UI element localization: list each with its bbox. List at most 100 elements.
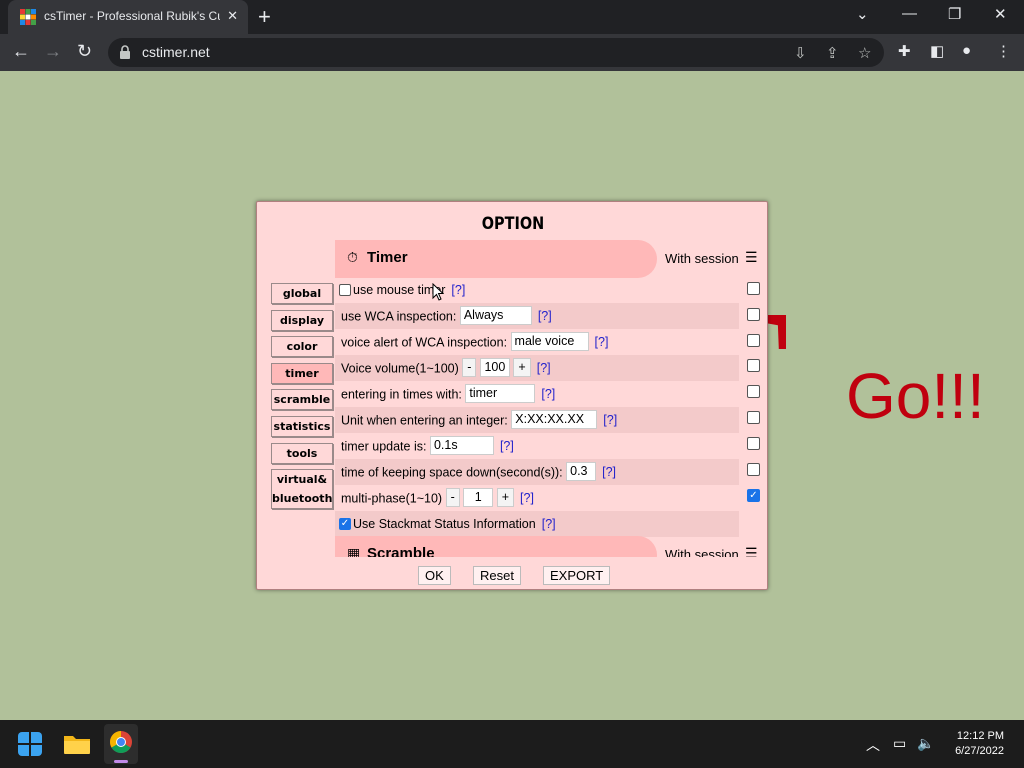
help-link[interactable]: [?] xyxy=(538,309,552,323)
session-checkbox[interactable] xyxy=(747,463,760,476)
category-global[interactable]: global xyxy=(271,283,333,304)
reset-button[interactable]: Reset xyxy=(473,566,521,585)
stopwatch-icon: ⏱ xyxy=(347,249,358,265)
cstimer-page[interactable]: Go!!! OPTION global display color timer … xyxy=(0,71,1024,720)
unit-integer-select[interactable]: X:XX:XX.XX xyxy=(511,410,598,429)
list-icon[interactable]: ☰ xyxy=(745,545,758,557)
session-checkbox[interactable] xyxy=(747,385,760,398)
active-app-indicator xyxy=(114,760,128,763)
options-dialog: OPTION global display color timer scramb… xyxy=(256,201,768,590)
list-icon[interactable]: ☰ xyxy=(745,249,758,266)
option-label: Unit when entering an integer: xyxy=(341,413,508,428)
category-label-line1: virtual& xyxy=(276,473,328,486)
session-checkbox[interactable] xyxy=(747,437,760,450)
bookmark-star-icon[interactable]: ☆ xyxy=(858,44,871,62)
option-label: use WCA inspection: xyxy=(341,309,457,324)
close-window-button[interactable]: ✕ xyxy=(994,5,1007,23)
help-link[interactable]: [?] xyxy=(602,465,616,479)
voice-alert-select[interactable]: male voice xyxy=(510,332,589,351)
browser-menu-icon[interactable]: ⋮ xyxy=(996,42,1011,60)
timer-display-fragment xyxy=(768,315,786,349)
phase-increase-button[interactable]: + xyxy=(496,488,515,507)
ok-button[interactable]: OK xyxy=(418,566,451,585)
file-explorer-icon[interactable] xyxy=(64,732,90,756)
option-timer-update: timer update is: 0.1s [?] xyxy=(335,433,739,459)
help-link[interactable]: [?] xyxy=(542,517,556,531)
session-checkbox-checked[interactable]: ✓ xyxy=(747,489,760,502)
wca-inspection-select[interactable]: Always xyxy=(459,306,532,325)
chrome-taskbar-button[interactable] xyxy=(104,724,138,764)
windows-start-icon[interactable] xyxy=(18,732,42,756)
option-label: voice alert of WCA inspection: xyxy=(341,335,508,350)
browser-tab[interactable]: csTimer - Professional Rubik's Cube Spee… xyxy=(8,0,248,34)
entering-times-select[interactable]: timer xyxy=(465,384,536,403)
side-panel-icon[interactable]: ◧ xyxy=(930,42,944,60)
address-bar[interactable]: cstimer.net ⇩ ⇪ ☆ xyxy=(108,38,884,67)
category-color[interactable]: color xyxy=(271,336,333,357)
taskbar-clock[interactable]: 12:12 PM 6/27/2022 xyxy=(955,729,1004,759)
stackmat-checkbox[interactable]: ✓ xyxy=(339,517,351,530)
back-arrow-icon[interactable]: ← xyxy=(12,41,30,62)
minimize-button[interactable]: — xyxy=(902,5,917,22)
volume-decrease-button[interactable]: - xyxy=(462,358,477,377)
volume-input[interactable]: 100 xyxy=(479,358,510,377)
reload-icon[interactable]: ↻ xyxy=(77,41,92,62)
network-icon[interactable]: ▭ xyxy=(893,735,906,752)
forward-arrow-icon[interactable]: → xyxy=(44,41,62,62)
option-label: Voice volume(1~100) xyxy=(341,361,459,376)
share-icon[interactable]: ⇪ xyxy=(826,44,839,62)
tab-close-icon[interactable]: ✕ xyxy=(227,8,238,24)
help-link[interactable]: [?] xyxy=(520,491,534,505)
url-text: cstimer.net xyxy=(142,44,210,60)
category-virtual-bluetooth[interactable]: virtual& bluetooth xyxy=(271,469,333,509)
timer-section-header: ⏱ Timer With session ☰ xyxy=(335,237,761,278)
export-button[interactable]: EXPORT xyxy=(543,566,611,585)
session-checkbox[interactable] xyxy=(747,308,760,321)
option-voice-volume: Voice volume(1~100) - 100 + [?] xyxy=(335,355,739,381)
with-session-label: With session xyxy=(665,547,739,557)
scramble-section-header: ▦ Scramble With session ☰ xyxy=(335,533,761,557)
mouse-timer-checkbox[interactable] xyxy=(339,283,351,296)
help-link[interactable]: [?] xyxy=(500,439,514,453)
lock-icon xyxy=(120,45,130,59)
option-voice-alert: voice alert of WCA inspection: male voic… xyxy=(335,329,739,355)
keep-space-select[interactable]: 0.3 xyxy=(566,462,597,481)
section-title: Timer xyxy=(367,249,408,266)
dialog-title: OPTION xyxy=(481,214,545,234)
tab-search-chevron-icon[interactable]: ⌄ xyxy=(856,5,869,23)
timer-update-select[interactable]: 0.1s xyxy=(429,436,494,455)
windows-taskbar: ︿ ▭ 🔈 12:12 PM 6/27/2022 xyxy=(0,720,1024,768)
option-label: entering in times with: xyxy=(341,387,462,402)
phase-decrease-button[interactable]: - xyxy=(445,488,460,507)
help-link[interactable]: [?] xyxy=(595,335,609,349)
category-display[interactable]: display xyxy=(271,310,333,331)
help-link[interactable]: [?] xyxy=(537,361,551,375)
help-link[interactable]: [?] xyxy=(541,387,555,401)
volume-icon[interactable]: 🔈 xyxy=(917,735,934,752)
mouse-cursor-icon xyxy=(432,283,444,301)
session-checkbox[interactable] xyxy=(747,411,760,424)
session-checkbox[interactable] xyxy=(747,282,760,295)
section-title: Scramble xyxy=(367,545,435,557)
show-hidden-icons-chevron-icon[interactable]: ︿ xyxy=(866,735,880,755)
new-tab-button[interactable]: + xyxy=(258,4,271,30)
clock-time: 12:12 PM xyxy=(956,730,1004,742)
option-multi-phase: multi-phase(1~10) - 1 + [?] xyxy=(335,485,739,511)
volume-increase-button[interactable]: + xyxy=(513,358,531,377)
category-timer[interactable]: timer xyxy=(271,363,333,384)
options-panel[interactable]: ⏱ Timer With session ☰ use mouse timer [?… xyxy=(335,237,761,557)
phase-input[interactable]: 1 xyxy=(463,488,494,507)
extensions-puzzle-icon[interactable]: ✚ xyxy=(898,42,911,60)
session-checkbox[interactable] xyxy=(747,359,760,372)
session-checkbox[interactable] xyxy=(747,334,760,347)
help-link[interactable]: [?] xyxy=(603,413,617,427)
category-scramble[interactable]: scramble xyxy=(271,389,333,410)
option-wca-inspection: use WCA inspection: Always [?] xyxy=(335,303,739,329)
restore-button[interactable]: ❐ xyxy=(948,5,961,23)
browser-tab-bar: csTimer - Professional Rubik's Cube Spee… xyxy=(0,0,1024,34)
category-statistics[interactable]: statistics xyxy=(271,416,333,437)
help-link[interactable]: [?] xyxy=(451,283,465,297)
install-app-icon[interactable]: ⇩ xyxy=(794,44,807,62)
category-tools[interactable]: tools xyxy=(271,443,333,464)
profile-avatar-icon[interactable]: ● xyxy=(962,42,971,59)
